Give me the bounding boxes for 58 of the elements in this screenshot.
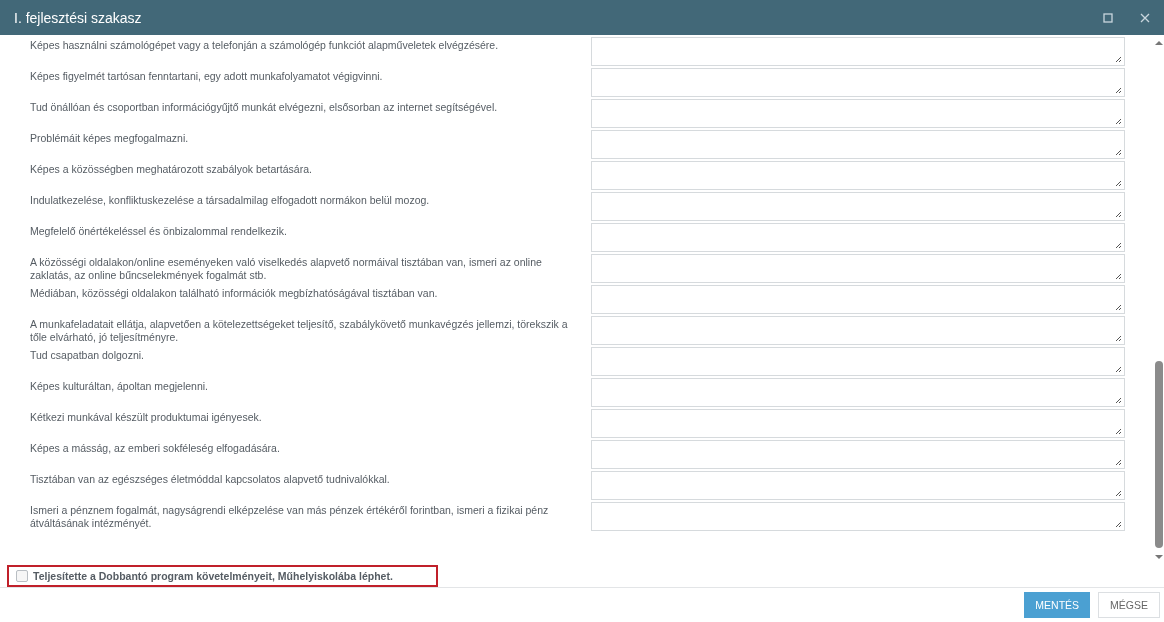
criterion-text: Médiában, közösségi oldalakon található információk megbízhatóságával tisztában van. [30, 286, 439, 300]
criterion-text: Képes kulturáltan, ápoltan megjelenni. [30, 379, 210, 393]
criterion-text: Tisztában van az egészséges életmóddal kapcsolatos alapvető tudnivalókkal. [30, 472, 391, 486]
criterion-text: Kétkezi munkával készült produktumai igényesek. [30, 410, 263, 424]
resize-grip-icon[interactable] [1115, 211, 1122, 218]
comment-field[interactable] [591, 68, 1125, 97]
resize-grip-icon[interactable] [1115, 397, 1122, 404]
criterion-text: Képes figyelmét tartósan fenntartani, egy adott munkafolyamatot végigvinni. [30, 69, 384, 83]
cancel-button[interactable]: MÉGSE [1098, 592, 1160, 618]
criterion-text: Tud önállóan és csoportban információgyűjtő munkát elvégezni, elsősorban az internet segítségével. [30, 100, 499, 114]
resize-grip-icon[interactable] [1115, 490, 1122, 497]
scroll-up-icon[interactable] [1154, 39, 1164, 47]
comment-field[interactable] [591, 316, 1125, 345]
resize-grip-icon[interactable] [1115, 521, 1122, 528]
criterion-text: A közösségi oldalakon/online eseményeken való viselkedés alapvető normáival tisztában van, ismeri az online zaklatás, az online bűncselekmények fogalmát stb. [30, 255, 543, 282]
criterion-text: Képes használni számológépet vagy a telefonján a számológép funkciót alapműveletek elvégzésére. [30, 38, 500, 52]
checkbox-label: Teljesítette a Dobbantó program követelményeit, Műhelyiskolába léphet. [33, 570, 393, 582]
scroll-down-icon[interactable] [1154, 553, 1164, 561]
resize-grip-icon[interactable] [1115, 87, 1122, 94]
criterion-text: Képes a másság, az emberi sokféleség elfogadására. [30, 441, 281, 455]
comment-field[interactable] [591, 223, 1125, 252]
comment-field[interactable] [591, 130, 1125, 159]
comment-field[interactable] [591, 285, 1125, 314]
checkbox[interactable] [16, 570, 28, 582]
resize-grip-icon[interactable] [1115, 304, 1122, 311]
comment-field[interactable] [591, 378, 1125, 407]
comment-field[interactable] [591, 347, 1125, 376]
comment-field[interactable] [591, 192, 1125, 221]
comment-field[interactable] [591, 99, 1125, 128]
resize-grip-icon[interactable] [1115, 335, 1122, 342]
close-icon[interactable] [1140, 12, 1150, 23]
comment-field[interactable] [591, 161, 1125, 190]
comment-field[interactable] [591, 440, 1125, 469]
resize-grip-icon[interactable] [1115, 242, 1122, 249]
resize-grip-icon[interactable] [1115, 366, 1122, 373]
resize-grip-icon[interactable] [1115, 118, 1122, 125]
comment-field[interactable] [591, 502, 1125, 531]
criterion-text: Indulatkezelése, konfliktuskezelése a társadalmilag elfogadott normákon belül mozog. [30, 193, 431, 207]
comment-field[interactable] [591, 254, 1125, 283]
comment-field[interactable] [591, 409, 1125, 438]
resize-grip-icon[interactable] [1115, 56, 1122, 63]
scrollbar-thumb[interactable] [1155, 360, 1163, 548]
criterion-text: Tud csapatban dolgozni. [30, 348, 146, 362]
maximize-icon[interactable] [1103, 12, 1113, 23]
comment-field[interactable] [591, 37, 1125, 66]
criterion-text: Megfelelő önértékeléssel és önbizalommal rendelkezik. [30, 224, 288, 238]
resize-grip-icon[interactable] [1115, 459, 1122, 466]
resize-grip-icon[interactable] [1115, 180, 1122, 187]
criterion-text: A munkafeladatait ellátja, alapvetően a kötelezettségeket teljesítő, szabálykövető munkavégzés jellemzi, törekszik a tőle elvárható, jó teljesítményre. [30, 317, 569, 344]
resize-grip-icon[interactable] [1115, 428, 1122, 435]
criterion-text: Problémáit képes megfogalmazni. [30, 131, 190, 145]
criterion-text: Képes a közösségben meghatározott szabályok betartására. [30, 162, 313, 176]
comment-field[interactable] [591, 471, 1125, 500]
criterion-text: Ismeri a pénznem fogalmát, nagyságrendi elképzelése van más pénzek értékéről forintban, ismeri a fizikai pénz átváltásának intézményét. [30, 503, 550, 530]
completion-checkbox[interactable]: Teljesítette a Dobbantó program követelményeit, Műhelyiskolába léphet. [7, 565, 438, 587]
resize-grip-icon[interactable] [1115, 273, 1122, 280]
window-title: I. fejlesztési szakasz [14, 9, 142, 26]
resize-grip-icon[interactable] [1115, 149, 1122, 156]
